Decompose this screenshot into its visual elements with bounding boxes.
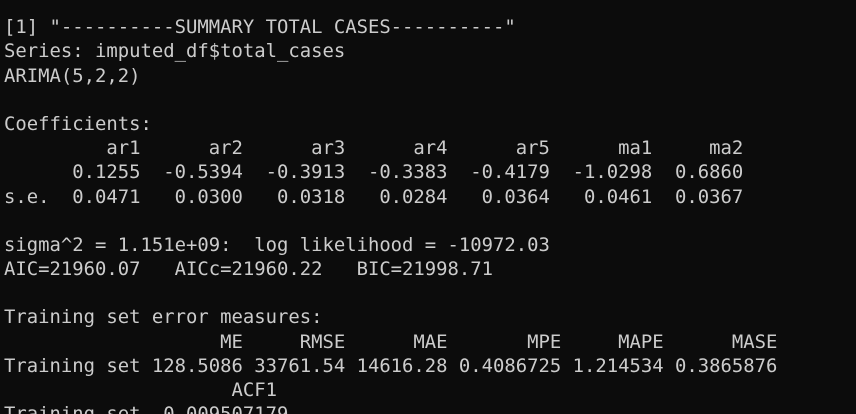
console-line-summary-header: [1] "----------SUMMARY TOTAL CASES------… — [4, 16, 516, 39]
r-console-output: [1] "----------SUMMARY TOTAL CASES------… — [4, 0, 856, 414]
console-line-error-measures-values: Training set 128.5086 33761.54 14616.28 … — [4, 354, 778, 377]
console-line-series: Series: imputed_df$total_cases — [4, 40, 346, 63]
console-line-acf1-header: ACF1 — [4, 379, 277, 401]
console-line-coefficients-values: 0.1255 -0.5394 -0.3913 -0.3383 -0.4179 -… — [4, 161, 744, 184]
console-line-coefficients-se: s.e. 0.0471 0.0300 0.0318 0.0284 0.0364 … — [4, 185, 744, 208]
console-line-model: ARIMA(5,2,2) — [4, 64, 141, 87]
console-line-clipped — [4, 0, 856, 15]
console-line-error-measures-header: ME RMSE MAE MPE MAPE MASE — [4, 330, 778, 353]
console-line-coefficients-title: Coefficients: — [4, 112, 152, 135]
console-line-sigma-loglik: sigma^2 = 1.151e+09: log likelihood = -1… — [4, 233, 550, 256]
console-line-coefficients-header: ar1 ar2 ar3 ar4 ar5 ma1 ma2 — [4, 137, 744, 160]
console-line-aic: AIC=21960.07 AICc=21960.22 BIC=21998.71 — [4, 258, 494, 281]
console-line-error-measures-title: Training set error measures: — [4, 306, 323, 329]
console-line-acf1-value: Training set -0.009507179 — [4, 402, 856, 414]
